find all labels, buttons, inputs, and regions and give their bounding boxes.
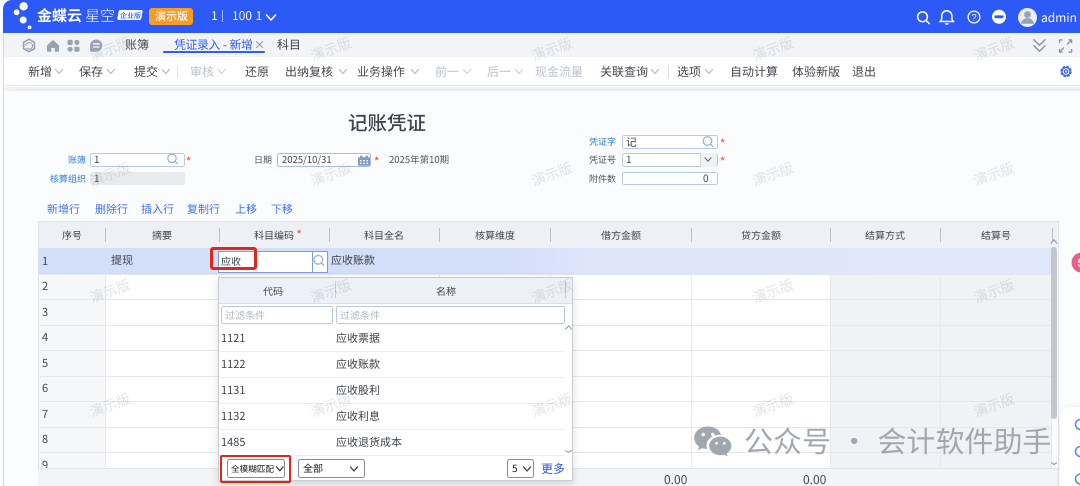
svg-text:?: ?	[971, 12, 976, 23]
